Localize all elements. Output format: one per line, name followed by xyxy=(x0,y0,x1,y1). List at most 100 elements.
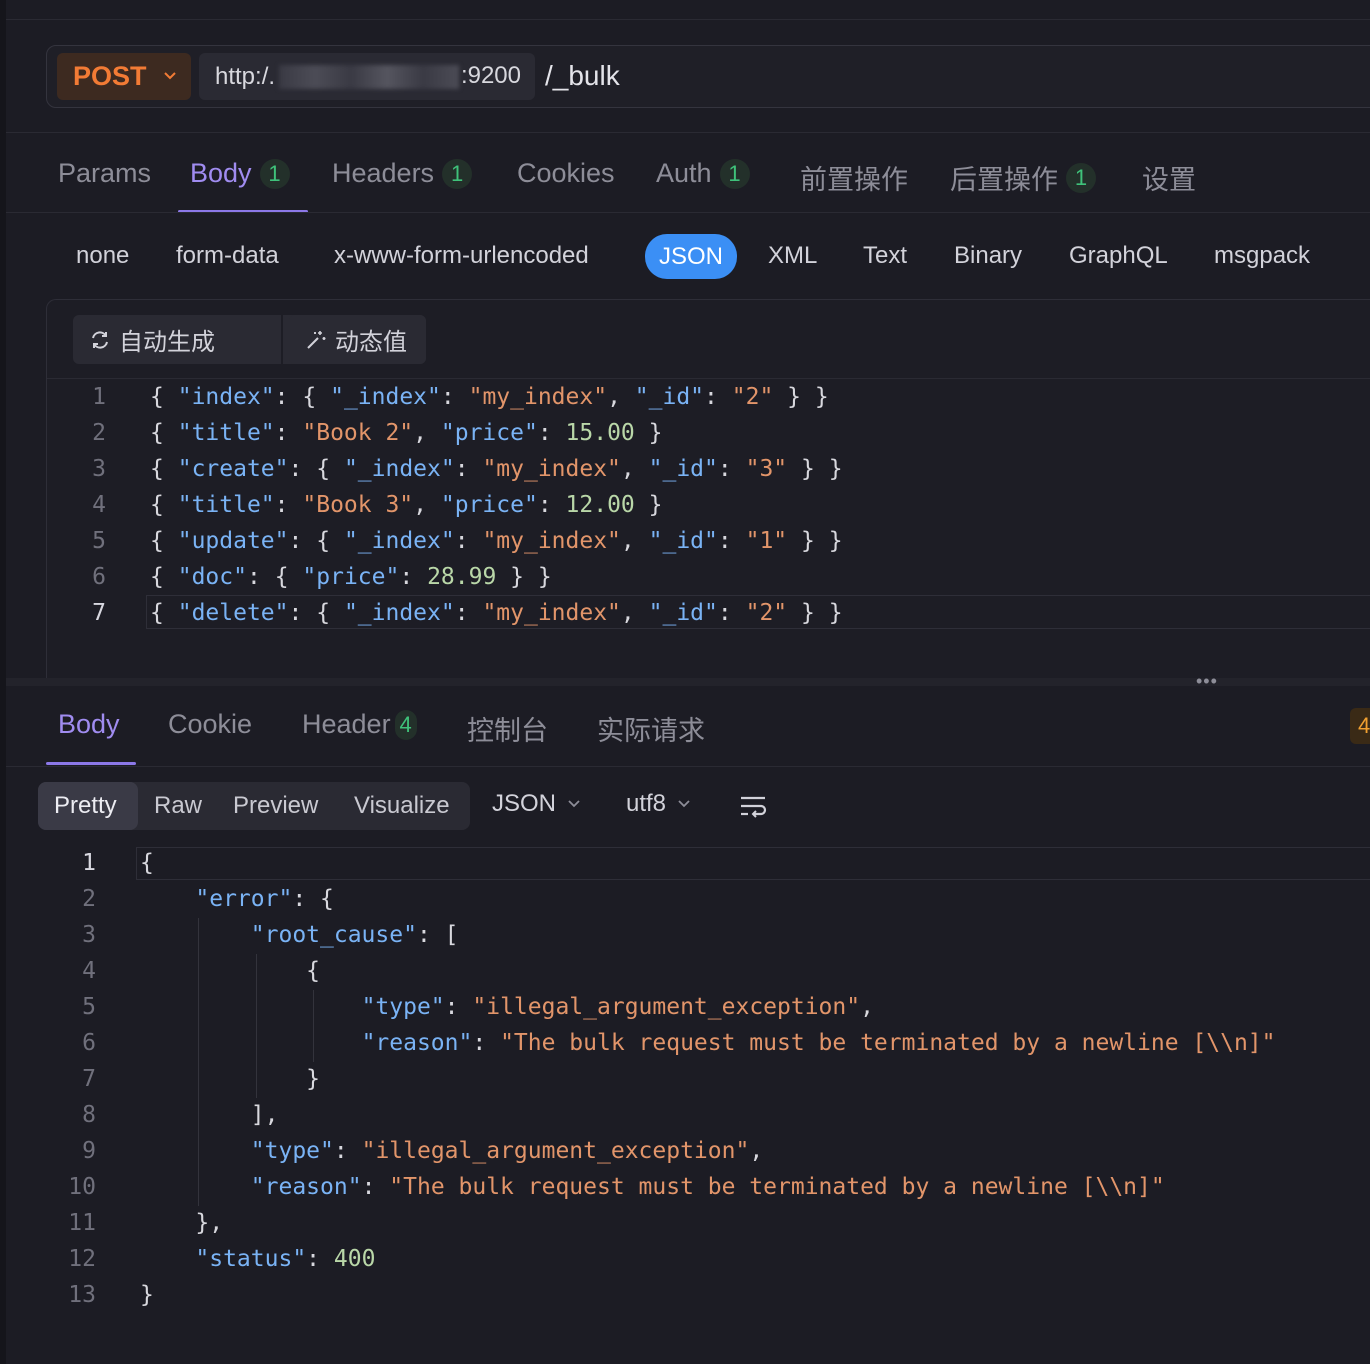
body-type-graphql[interactable]: GraphQL xyxy=(1069,242,1168,270)
tab-label: Headers xyxy=(332,158,435,188)
tab-params[interactable]: Params xyxy=(58,158,151,189)
tab-auth[interactable]: Auth 1 xyxy=(656,158,750,189)
redacted-host xyxy=(279,65,459,89)
line-number: 6 xyxy=(92,564,106,590)
dynamic-value-button[interactable]: 动态值 xyxy=(289,315,426,364)
view-raw[interactable]: Raw xyxy=(138,782,218,830)
line-number: 5 xyxy=(92,528,106,554)
code-line[interactable]: { "delete": { "_index": "my_index", "_id… xyxy=(150,595,843,631)
divider xyxy=(6,212,1370,213)
tab-label: Cookie xyxy=(168,709,253,739)
tab-body[interactable]: Body 1 xyxy=(190,158,290,189)
tab-post-operations[interactable]: 后置操作 1 xyxy=(950,158,1096,197)
method-select[interactable]: POST xyxy=(57,53,191,100)
tab-headers[interactable]: Headers 1 xyxy=(332,158,473,189)
url-bar: POST http:/. :9200 /_bulk xyxy=(46,45,1370,108)
body-type-urlencoded[interactable]: x-www-form-urlencoded xyxy=(334,242,589,270)
response-tab-actual-request[interactable]: 实际请求 xyxy=(597,709,705,748)
code-line: { xyxy=(140,850,154,876)
base-url-prefix: http:/. xyxy=(215,62,276,90)
request-tabs: Params Body 1 Headers 1 Cookies Auth 1 前… xyxy=(6,140,1370,212)
tab-label: Body xyxy=(190,158,252,188)
code-line[interactable]: { "title": "Book 3", "price": 12.00 } xyxy=(150,487,663,523)
line-number: 10 xyxy=(68,1174,96,1200)
active-line-highlight xyxy=(136,847,1370,880)
chevron-down-icon xyxy=(676,795,692,814)
line-number: 2 xyxy=(92,420,106,446)
chevron-down-icon xyxy=(163,68,177,85)
view-visualize[interactable]: Visualize xyxy=(338,782,466,830)
line-number: 11 xyxy=(68,1210,96,1236)
code-line: ], xyxy=(250,1102,279,1128)
response-tab-header[interactable]: Header 4 xyxy=(302,709,417,740)
count-badge: 1 xyxy=(1066,162,1096,193)
auto-generate-button[interactable]: 自动生成 xyxy=(73,315,281,364)
body-type-xml[interactable]: XML xyxy=(768,242,817,270)
format-label: JSON xyxy=(492,790,557,817)
code-line[interactable]: { "update": { "_index": "my_index", "_id… xyxy=(150,523,843,559)
code-line[interactable]: { "title": "Book 2", "price": 15.00 } xyxy=(150,415,663,451)
tab-pre-operations[interactable]: 前置操作 xyxy=(800,158,908,197)
code-line: "type": "illegal_argument_exception", xyxy=(361,994,874,1020)
dynamic-value-label: 动态值 xyxy=(335,329,407,356)
count-badge: 1 xyxy=(259,158,290,189)
divider xyxy=(6,132,1370,133)
view-mode-group: Pretty Raw Preview Visualize xyxy=(38,782,470,830)
url-path-input[interactable]: /_bulk xyxy=(545,60,620,92)
body-type-binary[interactable]: Binary xyxy=(954,242,1022,270)
magic-wand-icon xyxy=(305,329,327,351)
tab-cookies[interactable]: Cookies xyxy=(517,158,615,189)
tab-settings[interactable]: 设置 xyxy=(1142,158,1196,197)
line-number: 1 xyxy=(92,384,106,410)
line-number: 6 xyxy=(82,1030,96,1056)
response-tab-body[interactable]: Body xyxy=(58,709,120,740)
line-number: 7 xyxy=(92,600,106,626)
code-line: "error": { xyxy=(195,886,334,912)
count-badge: 1 xyxy=(719,158,750,189)
panel-resizer[interactable] xyxy=(6,678,1370,686)
divider xyxy=(6,766,1370,767)
code-line[interactable]: { "doc": { "price": 28.99 } } xyxy=(150,559,552,595)
line-number: 13 xyxy=(68,1282,96,1308)
view-preview[interactable]: Preview xyxy=(217,782,334,830)
line-number: 8 xyxy=(82,1102,96,1128)
format-select[interactable]: JSON xyxy=(492,790,582,818)
code-line: { xyxy=(306,958,321,984)
tab-label: 设置 xyxy=(1142,165,1196,195)
code-line: } xyxy=(140,1282,154,1308)
line-number: 9 xyxy=(82,1138,96,1164)
auto-generate-label: 自动生成 xyxy=(119,329,215,356)
line-number: 1 xyxy=(82,850,96,876)
refresh-icon xyxy=(89,329,111,351)
tab-label: 实际请求 xyxy=(597,716,705,746)
code-line[interactable]: { "index": { "_index": "my_index", "_id"… xyxy=(150,379,829,415)
code-line[interactable]: { "create": { "_index": "my_index", "_id… xyxy=(150,451,843,487)
line-number: 5 xyxy=(82,994,96,1020)
code-line: "status": 400 xyxy=(195,1246,376,1272)
base-url-field[interactable]: http:/. :9200 xyxy=(199,53,535,100)
response-tab-console[interactable]: 控制台 xyxy=(467,709,548,748)
code-line: "reason": "The bulk request must be term… xyxy=(361,1030,1276,1056)
encoding-select[interactable]: utf8 xyxy=(626,790,692,818)
body-type-json[interactable]: JSON xyxy=(645,234,738,279)
top-divider xyxy=(6,19,1370,20)
body-type-form-data[interactable]: form-data xyxy=(176,242,279,270)
more-dots-icon[interactable]: ••• xyxy=(1196,671,1218,692)
view-pretty[interactable]: Pretty xyxy=(38,782,138,830)
line-number: 3 xyxy=(82,922,96,948)
body-type-text[interactable]: Text xyxy=(863,242,907,270)
count-badge: 1 xyxy=(442,158,473,189)
body-type-msgpack[interactable]: msgpack xyxy=(1214,242,1310,270)
response-tab-cookie[interactable]: Cookie xyxy=(168,709,252,740)
line-number: 2 xyxy=(82,886,96,912)
tab-label: 控制台 xyxy=(467,716,548,746)
count-badge: 4 xyxy=(394,709,417,740)
body-type-none[interactable]: none xyxy=(76,242,129,270)
active-tab-indicator xyxy=(46,762,136,765)
code-line: } xyxy=(306,1066,321,1092)
wrap-lines-icon[interactable] xyxy=(738,794,768,818)
chevron-down-icon xyxy=(566,795,582,814)
base-url-port: :9200 xyxy=(460,62,521,89)
tab-label: Header xyxy=(302,709,391,739)
status-badge: 4 xyxy=(1350,708,1370,744)
